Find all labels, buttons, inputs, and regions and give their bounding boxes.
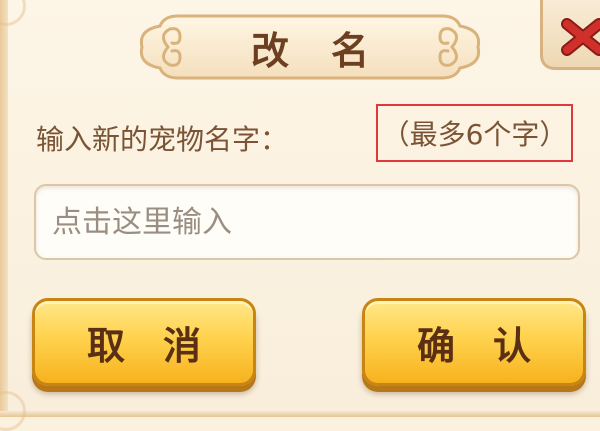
character-limit-note: （最多6个字） [376, 104, 573, 162]
confirm-button[interactable]: 确认 [362, 298, 586, 386]
dialog-title: 改名 [250, 28, 411, 73]
dialog-bottom-edge [0, 411, 600, 417]
rename-dialog: 改名 输入新的宠物名字： （最多6个字） 取消 确认 [0, 0, 600, 431]
close-button[interactable] [540, 0, 600, 70]
close-icon [561, 18, 600, 56]
corner-ornament [0, 0, 26, 26]
cancel-button[interactable]: 取消 [32, 298, 256, 386]
corner-ornament [0, 391, 26, 431]
title-plaque: 改名 [138, 10, 482, 84]
pet-name-input[interactable] [34, 184, 580, 260]
prompt-label: 输入新的宠物名字： [36, 123, 289, 156]
dialog-left-edge [0, 0, 8, 417]
